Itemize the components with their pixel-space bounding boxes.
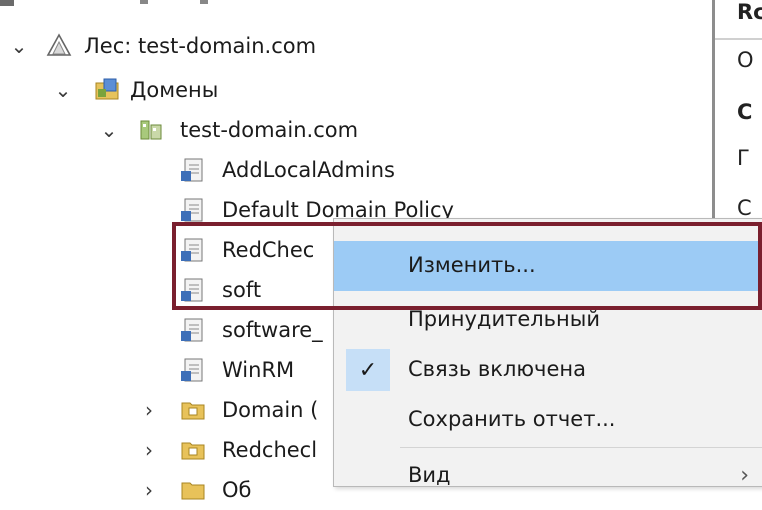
domains-folder-icon <box>94 77 120 103</box>
tree-item-label: Лес: test-domain.com <box>84 34 317 58</box>
tree-item-forest[interactable]: ⌄ Лес: test-domain.com <box>0 26 400 66</box>
chevron-down-icon[interactable]: ⌄ <box>8 34 30 58</box>
chevron-down-icon[interactable]: ⌄ <box>98 118 120 142</box>
tree-item-label: software_ <box>222 318 323 342</box>
details-pane-letter: Г <box>737 146 750 170</box>
tree-item-label: test-domain.com <box>180 118 359 142</box>
ou-icon <box>180 437 206 463</box>
menu-item-label: Сохранить отчет... <box>408 407 616 431</box>
details-pane-letter: O <box>737 48 754 72</box>
chevron-down-icon[interactable]: ⌄ <box>52 78 74 102</box>
tree-item-label: WinRM <box>222 358 295 382</box>
gpo-icon <box>180 157 206 183</box>
tree-item-gpo[interactable]: AddLocalAdmins <box>0 150 500 190</box>
details-pane-letter: C <box>737 100 753 124</box>
tree-item-domain[interactable]: ⌄ test-domain.com <box>0 110 420 150</box>
ou-icon <box>180 477 206 503</box>
gpo-icon <box>180 357 206 383</box>
tree-item-label: AddLocalAdmins <box>222 158 395 182</box>
menu-item-label: Принудительный <box>408 307 601 331</box>
tree-item-label: Redchecl <box>222 438 318 462</box>
menu-item-view[interactable]: Вид › <box>334 451 762 501</box>
details-pane-letter: Rc <box>737 0 762 24</box>
tree-item-label: Домены <box>130 78 219 102</box>
gpo-icon <box>180 197 206 223</box>
tree-item-label: Об <box>222 478 252 502</box>
menu-item-link-enabled[interactable]: ✓ Связь включена <box>334 345 762 395</box>
chevron-right-icon[interactable]: › <box>138 438 160 462</box>
submenu-arrow-icon: › <box>740 463 749 488</box>
ou-icon <box>180 397 206 423</box>
tree-cutoff-row <box>0 0 300 8</box>
tree-item-label: Domain ( <box>222 398 319 422</box>
tree-item-domains[interactable]: ⌄ Домены <box>0 70 400 110</box>
chevron-right-icon[interactable]: › <box>138 478 160 502</box>
details-pane-letter: С <box>737 196 752 220</box>
checkmark-icon: ✓ <box>346 349 390 391</box>
menu-item-label: Вид <box>408 463 451 487</box>
menu-item-save-report[interactable]: Сохранить отчет... <box>334 395 762 445</box>
gpo-icon <box>180 317 206 343</box>
annotation-highlight-box <box>172 222 762 310</box>
chevron-right-icon[interactable]: › <box>138 398 160 422</box>
menu-item-label: Связь включена <box>408 357 586 381</box>
forest-icon <box>46 33 72 59</box>
menu-separator <box>400 447 762 448</box>
domain-icon <box>138 117 164 143</box>
